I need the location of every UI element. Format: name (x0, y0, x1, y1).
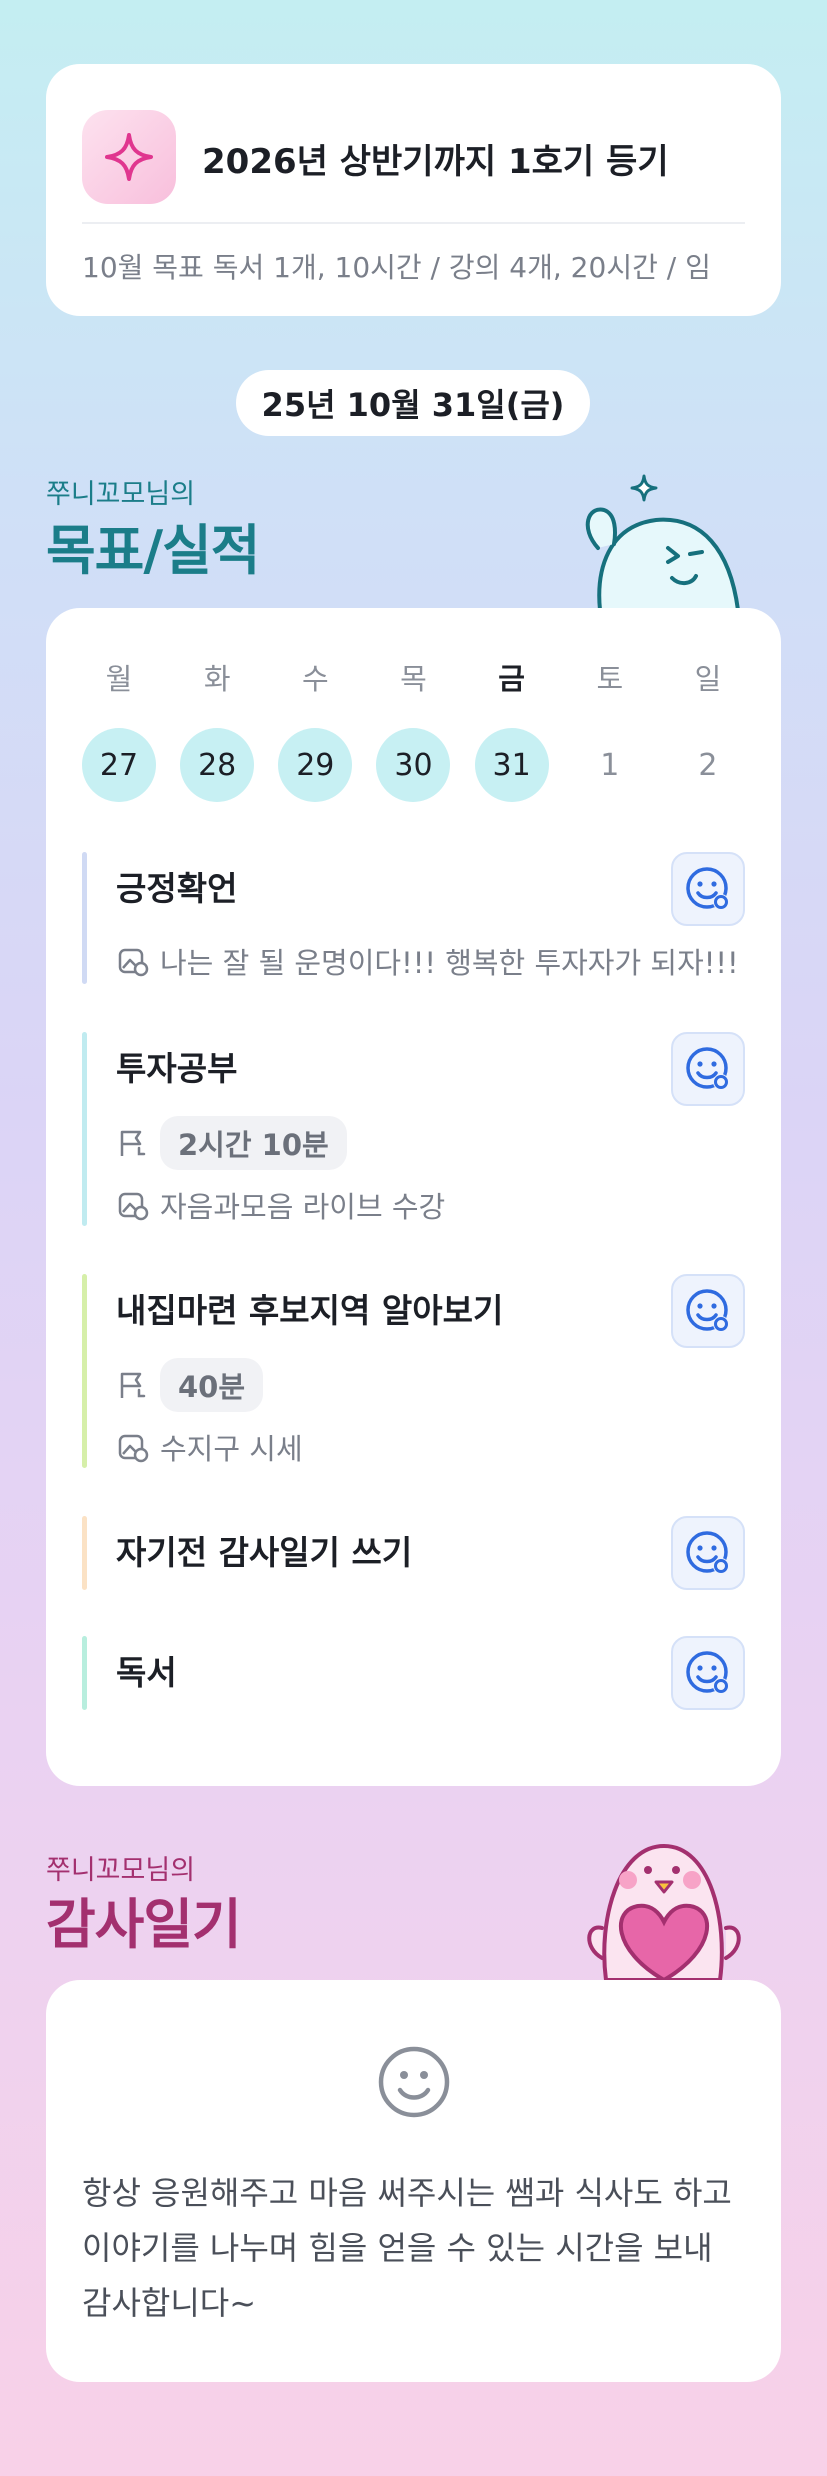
task-item[interactable]: 긍정확언 나는 잘 될 운명이다!!! 행복한 투자자가 되자!!! (82, 852, 745, 984)
performance-card: 월 화 수 목 금 토 일 27 28 29 30 31 1 2 긍정확언 나는… (46, 608, 781, 1786)
task-duration-row: 40분 (116, 1358, 264, 1412)
weekday-tue: 화 (203, 662, 231, 696)
sparkle-icon (82, 110, 176, 204)
task-title: 긍정확언 (116, 869, 238, 908)
weekday-fri: 금 (498, 662, 525, 696)
smiley-check-button[interactable] (671, 1636, 745, 1710)
day-cell[interactable]: 1 (573, 728, 647, 802)
task-item[interactable]: 자기전 감사일기 쓰기 (82, 1516, 745, 1590)
weekday-mon: 월 (105, 662, 133, 696)
smiley-check-button[interactable] (671, 1032, 745, 1106)
day-cell[interactable]: 29 (278, 728, 353, 802)
divider (82, 222, 745, 224)
task-color-bar (82, 1032, 87, 1226)
task-color-bar (82, 1516, 87, 1590)
smiley-check-button[interactable] (671, 1274, 745, 1348)
task-item[interactable]: 내집마련 후보지역 알아보기 40분 수지구 시세 (82, 1274, 745, 1468)
task-title: 자기전 감사일기 쓰기 (116, 1533, 413, 1572)
task-color-bar (82, 1636, 87, 1710)
note-image-icon (116, 1430, 150, 1464)
weekday-header: 월 화 수 목 금 토 일 (82, 656, 745, 698)
smiley-check-icon (686, 1531, 729, 1574)
smiley-check-icon (686, 1289, 729, 1332)
task-note: 나는 잘 될 운명이다!!! 행복한 투자자가 되자!!! (160, 946, 739, 980)
flag-timer-icon (116, 1368, 150, 1402)
duration-chip: 40분 (160, 1358, 264, 1412)
task-item[interactable]: 투자공부 2시간 10분 자음과모음 라이브 수강 (82, 1032, 745, 1226)
weekday-sun: 일 (694, 662, 722, 696)
task-title: 투자공부 (116, 1049, 238, 1088)
day-cell[interactable]: 30 (376, 728, 451, 802)
performance-title: 목표/실적 (46, 519, 260, 582)
weekday-wed: 수 (301, 662, 329, 696)
smiley-face-icon (376, 2044, 452, 2120)
day-cell[interactable]: 2 (671, 728, 745, 802)
week-days: 27 28 29 30 31 1 2 (82, 728, 745, 802)
ghost-mascot-icon (570, 470, 741, 614)
gratitude-diary-card[interactable]: 항상 응원해주고 마음 써주시는 쌤과 식사도 하고 이야기를 나누며 힘을 얻… (46, 1980, 781, 2382)
task-title: 독서 (116, 1653, 177, 1692)
heart-mascot-icon (572, 1840, 748, 1984)
task-color-bar (82, 1274, 87, 1468)
goal-title: 2026년 상반기까지 1호기 등기 (202, 142, 669, 182)
task-duration-row: 2시간 10분 (116, 1116, 347, 1170)
task-note-row: 나는 잘 될 운명이다!!! 행복한 투자자가 되자!!! (116, 940, 739, 982)
date-selector[interactable]: 25년 10월 31일(금) (236, 370, 590, 436)
smiley-check-icon (686, 1047, 729, 1090)
diary-title: 감사일기 (46, 1893, 242, 1956)
day-cell[interactable]: 31 (474, 728, 549, 802)
task-color-bar (82, 852, 87, 984)
weekday-thu: 목 (400, 662, 427, 696)
task-note-row: 자음과모음 라이브 수강 (116, 1184, 445, 1226)
duration-chip: 2시간 10분 (160, 1116, 347, 1170)
flag-timer-icon (116, 1126, 150, 1160)
task-note: 수지구 시세 (160, 1432, 303, 1466)
task-item[interactable]: 독서 (82, 1636, 745, 1710)
note-image-icon (116, 1188, 150, 1222)
day-cell[interactable]: 28 (180, 728, 255, 802)
goal-subtitle: 10월 목표 독서 1개, 10시간 / 강의 4개, 20시간 / 임 (82, 251, 711, 284)
smiley-check-button[interactable] (671, 1516, 745, 1590)
smiley-check-icon (686, 1651, 729, 1694)
diary-text: 항상 응원해주고 마음 써주시는 쌤과 식사도 하고 이야기를 나누며 힘을 얻… (82, 2174, 732, 2322)
smiley-check-button[interactable] (671, 852, 745, 926)
weekday-sat: 토 (596, 662, 624, 696)
note-image-icon (116, 944, 150, 978)
goal-card[interactable]: 2026년 상반기까지 1호기 등기 10월 목표 독서 1개, 10시간 / … (46, 64, 781, 316)
task-note: 자음과모음 라이브 수강 (160, 1190, 446, 1224)
day-cell[interactable]: 27 (82, 728, 156, 802)
task-title: 내집마련 후보지역 알아보기 (116, 1291, 504, 1330)
smiley-check-icon (686, 867, 729, 910)
task-note-row: 수지구 시세 (116, 1426, 303, 1468)
